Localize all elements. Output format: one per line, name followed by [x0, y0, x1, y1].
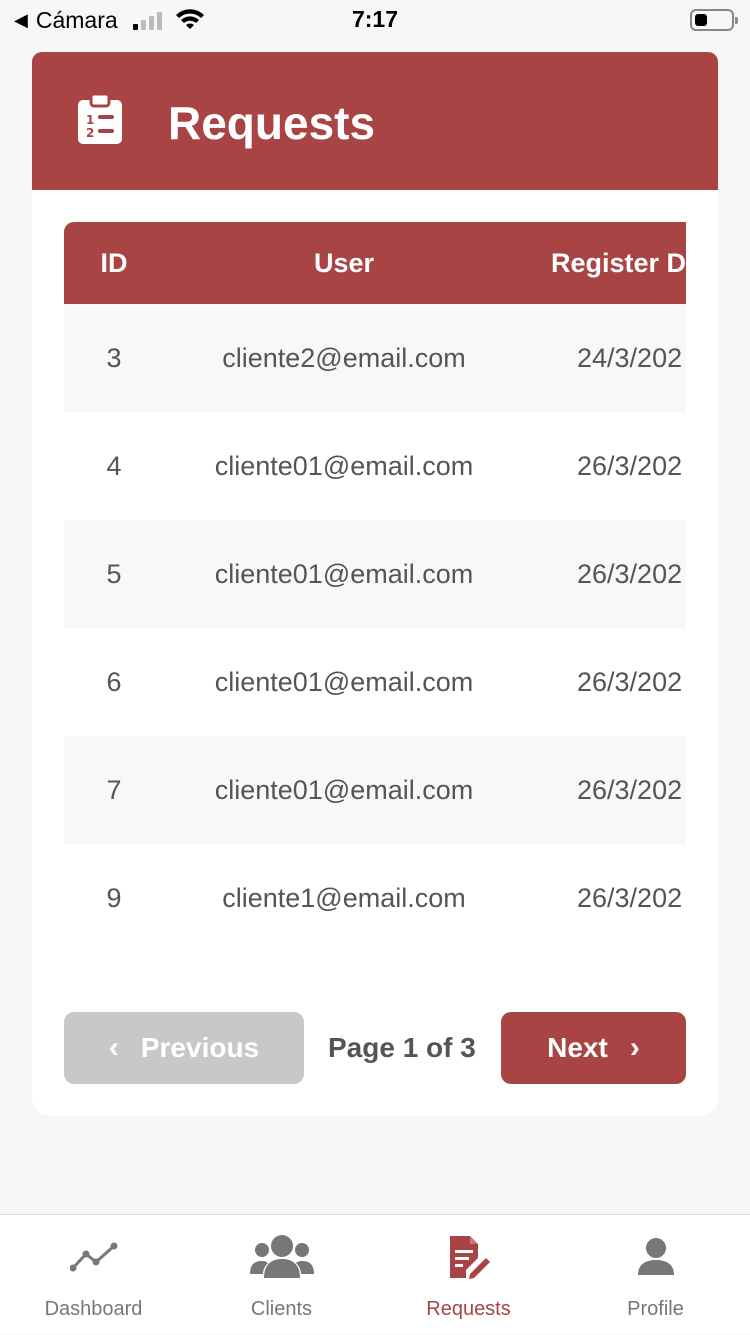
cell-user: cliente01@email.com [214, 451, 474, 481]
users-icon [188, 1233, 375, 1281]
table-row[interactable]: 7 cliente01@email.com 26/3/202 [64, 736, 686, 844]
cell-user: cliente01@email.com [214, 559, 474, 589]
page-indicator: Page 1 of 3 [328, 1032, 476, 1063]
svg-text:2: 2 [86, 126, 94, 140]
pagination: ‹ Previous Page 1 of 3 Next › [64, 1012, 686, 1084]
cell-id: 9 [106, 883, 122, 913]
tab-profile[interactable]: Profile [562, 1215, 749, 1335]
tab-clients[interactable]: Clients [188, 1215, 375, 1335]
cell-register-date: 26/3/202 [577, 451, 683, 481]
column-header-user[interactable]: User [164, 222, 524, 304]
battery-icon [690, 9, 738, 31]
table-row[interactable]: 3 cliente2@email.com 24/3/202 [64, 304, 686, 412]
cell-register-date: 26/3/202 [577, 883, 683, 913]
file-edit-icon [375, 1233, 562, 1281]
previous-button[interactable]: ‹ Previous [64, 1012, 304, 1084]
cell-register-date: 26/3/202 [577, 775, 683, 805]
next-button-label: Next [547, 1032, 608, 1063]
table-row[interactable]: 6 cliente01@email.com 26/3/202 [64, 628, 686, 736]
tab-label: Dashboard [44, 1298, 143, 1320]
cell-register-date: 26/3/202 [577, 667, 683, 697]
requests-table[interactable]: ID User Register D 3 cliente2@email.com … [64, 222, 686, 946]
column-header-id[interactable]: ID [64, 222, 164, 304]
cell-user: cliente1@email.com [222, 883, 466, 913]
column-header-register-date[interactable]: Register D [551, 222, 686, 304]
user-icon [562, 1233, 749, 1281]
table-header: ID User Register D [64, 222, 686, 304]
page-title: Requests [168, 97, 376, 149]
tab-label: Requests [426, 1298, 511, 1320]
cell-id: 4 [106, 451, 122, 481]
cell-id: 3 [106, 343, 122, 373]
cell-user: cliente01@email.com [214, 775, 474, 805]
chart-line-icon [0, 1233, 187, 1281]
tab-dashboard[interactable]: Dashboard [0, 1215, 187, 1335]
clipboard-list-icon: 1 2 [78, 94, 122, 144]
previous-button-label: Previous [140, 1032, 260, 1063]
cell-id: 6 [106, 667, 122, 697]
table-row[interactable]: 5 cliente01@email.com 26/3/202 [64, 520, 686, 628]
table-row[interactable]: 4 cliente01@email.com 26/3/202 [64, 412, 686, 520]
cell-user: cliente2@email.com [222, 343, 466, 373]
next-button[interactable]: Next › [501, 1012, 686, 1084]
cell-id: 5 [106, 559, 122, 589]
requests-card: ID User Register D 3 cliente2@email.com … [32, 190, 718, 1116]
chevron-left-icon: ‹ [108, 1031, 119, 1064]
bottom-tab-bar: Dashboard Clients Requests Profile [0, 1214, 750, 1334]
cell-id: 7 [106, 775, 122, 805]
chevron-right-icon: › [629, 1031, 640, 1064]
tab-requests[interactable]: Requests [375, 1215, 562, 1335]
cell-register-date: 24/3/202 [577, 343, 683, 373]
cell-user: cliente01@email.com [214, 667, 474, 697]
tab-label: Profile [627, 1298, 684, 1320]
page-header: 1 2 Requests [32, 52, 718, 190]
cell-register-date: 26/3/202 [577, 559, 683, 589]
svg-text:1: 1 [86, 113, 94, 127]
tab-label: Clients [250, 1298, 313, 1320]
status-bar: ◀ Cámara 7:17 [0, 0, 750, 40]
status-time: 7:17 [351, 6, 399, 32]
table-row[interactable]: 9 cliente1@email.com 26/3/202 [64, 844, 686, 946]
